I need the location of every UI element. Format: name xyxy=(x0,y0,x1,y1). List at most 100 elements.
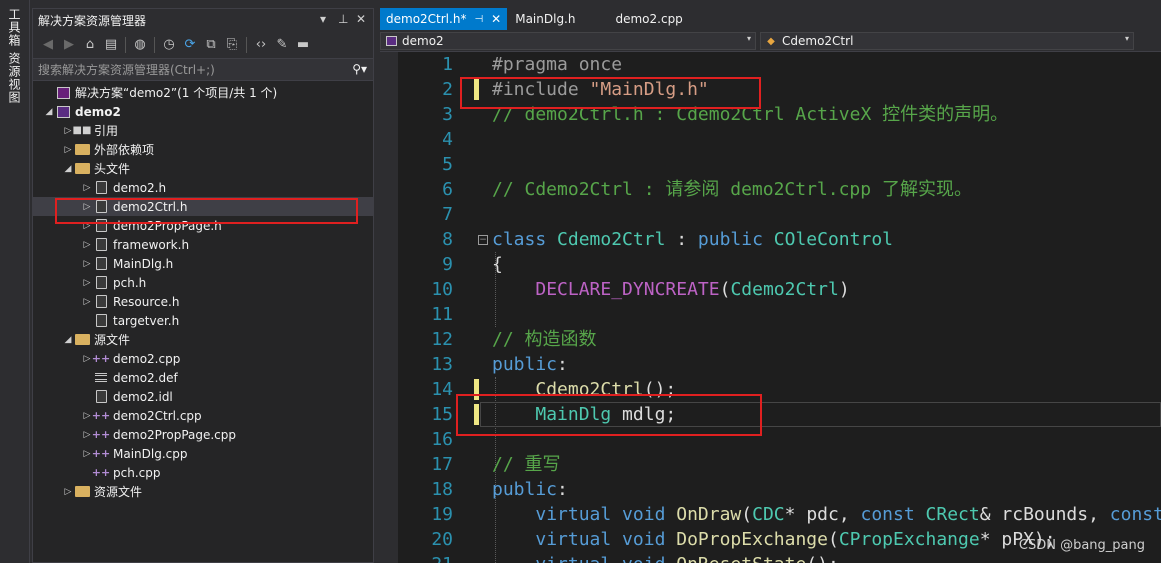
sync-refresh-icon[interactable]: ⟳ xyxy=(181,36,199,54)
code-text: // 构造函数 xyxy=(492,327,597,352)
tree-item[interactable]: ++ pch.cpp xyxy=(33,463,373,482)
search-icon[interactable]: ⚲▾ xyxy=(352,62,367,76)
search-input[interactable]: 搜索解决方案资源管理器(Ctrl+;) xyxy=(38,61,215,78)
tab-close-icon[interactable]: ✕ xyxy=(491,12,501,26)
tab-maindlg-h[interactable]: MainDlg.h xyxy=(507,8,609,30)
code-line[interactable]: 9{ xyxy=(380,252,1161,277)
folder-icon xyxy=(74,143,90,157)
code-token: CRect xyxy=(925,504,980,525)
tree-item[interactable]: demo2.idl xyxy=(33,387,373,406)
tree-item[interactable]: ▷ MainDlg.h xyxy=(33,254,373,273)
tree-item[interactable]: ▷ pch.h xyxy=(33,273,373,292)
tree-item[interactable]: ▷ Resource.h xyxy=(33,292,373,311)
tree-item[interactable]: ▷ ++ demo2Ctrl.cpp xyxy=(33,406,373,425)
expand-arrow-icon[interactable]: ▷ xyxy=(62,145,74,155)
code-line[interactable]: 17 // 重写 xyxy=(380,452,1161,477)
close-icon[interactable]: ✕ xyxy=(356,12,366,26)
code-line[interactable]: 8 − class Cdemo2Ctrl : public COleControl xyxy=(380,227,1161,252)
home-icon[interactable]: ⌂ xyxy=(81,36,99,54)
code-token: public xyxy=(697,229,774,250)
code-line[interactable]: 6 // Cdemo2Ctrl : 请参阅 demo2Ctrl.cpp 了解实现。 xyxy=(380,177,1161,202)
class-icon: ◆ xyxy=(767,35,775,47)
tab-label: demo2.cpp xyxy=(615,12,683,26)
tree-item[interactable]: ▷ ■■ 引用 xyxy=(33,121,373,140)
tab-pin-icon[interactable]: ⊣ xyxy=(474,14,483,25)
tree-item[interactable]: 解决方案“demo2”(1 个项目/共 1 个) xyxy=(33,83,373,102)
code-token: : xyxy=(557,479,568,500)
code-line[interactable]: 4 xyxy=(380,127,1161,152)
preview-code-icon[interactable]: ‹› xyxy=(252,36,270,54)
tab-label: demo2Ctrl.h* xyxy=(386,12,467,26)
code-line[interactable]: 13 public: xyxy=(380,352,1161,377)
project-icon xyxy=(55,105,71,119)
code-line[interactable]: 5 xyxy=(380,152,1161,177)
minus-icon[interactable]: ▬ xyxy=(294,36,312,54)
line-number: 13 xyxy=(431,354,453,375)
expand-arrow-icon[interactable]: ▷ xyxy=(81,259,93,269)
collapse-arrow-icon[interactable]: ◢ xyxy=(62,335,74,345)
expand-arrow-icon[interactable]: ▷ xyxy=(62,487,74,497)
folder-icon xyxy=(74,485,90,499)
code-token: (); xyxy=(806,554,839,563)
forward-icon[interactable]: ▶ xyxy=(60,36,78,54)
expand-arrow-icon[interactable]: ▷ xyxy=(81,183,93,193)
code-line[interactable]: 20 virtual void DoPropExchange(CPropExch… xyxy=(380,527,1161,552)
pin-icon[interactable]: ⊥ xyxy=(338,12,348,26)
tree-item-label: 源文件 xyxy=(94,333,131,347)
window-position-dropdown-icon[interactable]: ▾ xyxy=(320,12,326,26)
fold-toggle-icon[interactable]: − xyxy=(478,235,488,245)
code-line[interactable]: 12 // 构造函数 xyxy=(380,327,1161,352)
properties-wrench-icon[interactable]: ✎ xyxy=(273,36,291,54)
code-token: DoPropExchange xyxy=(676,529,828,550)
line-number: 18 xyxy=(431,479,453,500)
line-number: 19 xyxy=(431,504,453,525)
collapse-all-icon[interactable]: ⧉ xyxy=(202,36,220,54)
switch-views-icon[interactable]: ▤ xyxy=(102,36,120,54)
tree-item-label: demo2 xyxy=(75,104,121,119)
code-line[interactable]: 7 xyxy=(380,202,1161,227)
resource-view-tab[interactable]: 资源视图 xyxy=(7,52,23,104)
class-dropdown[interactable]: ◆ Cdemo2Ctrl ▾ xyxy=(760,32,1134,50)
tree-item[interactable]: ◢ 头文件 xyxy=(33,159,373,178)
solution-explorer-search[interactable]: 搜索解决方案资源管理器(Ctrl+;) ⚲▾ xyxy=(33,59,373,81)
code-line[interactable]: 11 xyxy=(380,302,1161,327)
code-editor[interactable]: CSDN @bang_pang 1 #pragma once 2 #include "… xyxy=(380,52,1161,563)
expand-arrow-icon[interactable]: ▷ xyxy=(81,278,93,288)
show-all-files-icon[interactable]: ◍ xyxy=(131,36,149,54)
tree-item-label: 解决方案“demo2”(1 个项目/共 1 个) xyxy=(75,86,278,100)
tree-item[interactable]: ▷ 外部依赖项 xyxy=(33,140,373,159)
tree-item[interactable]: ▷ ++ demo2.cpp xyxy=(33,349,373,368)
tree-item[interactable]: ◢ 源文件 xyxy=(33,330,373,349)
tree-item[interactable]: ▷ ++ MainDlg.cpp xyxy=(33,444,373,463)
collapse-arrow-icon[interactable]: ◢ xyxy=(62,164,74,174)
project-dropdown[interactable]: demo2 ▾ xyxy=(380,32,756,50)
code-token: & rcBounds, xyxy=(979,504,1110,525)
tab-demo2ctrl-h[interactable]: demo2Ctrl.h* ⊣ ✕ xyxy=(380,8,508,30)
code-token: OnResetState xyxy=(676,554,806,563)
toolbox-tab[interactable]: 工具箱 xyxy=(7,8,23,47)
expand-arrow-icon[interactable]: ▷ xyxy=(81,297,93,307)
pending-changes-filter-icon[interactable]: ◷ xyxy=(160,36,178,54)
code-text: // 重写 xyxy=(492,452,561,477)
code-line[interactable]: 1 #pragma once xyxy=(380,52,1161,77)
tree-item-label: demo2Ctrl.cpp xyxy=(113,408,202,423)
collapse-arrow-icon[interactable]: ◢ xyxy=(43,107,55,117)
tree-item[interactable]: ▷ ++ demo2PropPage.cpp xyxy=(33,425,373,444)
code-line[interactable]: 10 DECLARE_DYNCREATE(Cdemo2Ctrl) xyxy=(380,277,1161,302)
code-line[interactable]: 18 public: xyxy=(380,477,1161,502)
tree-item[interactable]: ▷ framework.h xyxy=(33,235,373,254)
header-file-icon xyxy=(93,314,109,328)
tree-item[interactable]: ▷ 资源文件 xyxy=(33,482,373,501)
tab-demo2-cpp[interactable]: demo2.cpp xyxy=(609,8,688,30)
code-line[interactable]: 19 virtual void OnDraw(CDC* pdc, const C… xyxy=(380,502,1161,527)
tree-item[interactable]: targetver.h xyxy=(33,311,373,330)
tree-item[interactable]: ◢ demo2 xyxy=(33,102,373,121)
show-all-icon[interactable]: ⎘ xyxy=(223,36,241,54)
back-icon[interactable]: ◀ xyxy=(39,36,57,54)
tree-item-label: targetver.h xyxy=(113,313,180,328)
tree-item[interactable]: demo2.def xyxy=(33,368,373,387)
tree-item[interactable]: ▷ demo2.h xyxy=(33,178,373,197)
expand-arrow-icon[interactable]: ▷ xyxy=(81,240,93,250)
code-line[interactable]: 21 virtual void OnResetState(); xyxy=(380,552,1161,563)
